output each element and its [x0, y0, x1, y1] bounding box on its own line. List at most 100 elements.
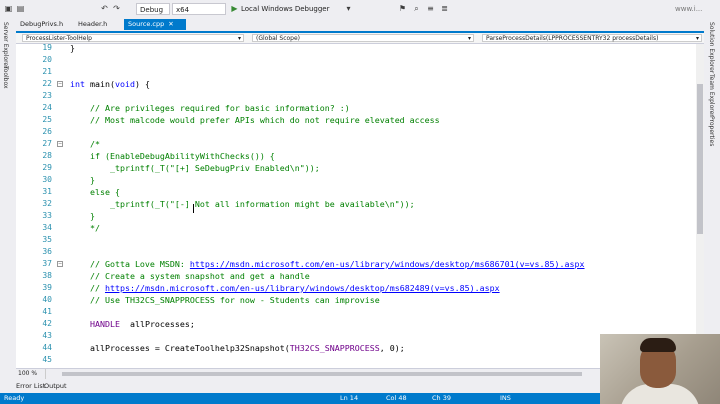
vertical-scrollbar[interactable] — [696, 44, 704, 368]
line-number: 27 — [42, 139, 52, 148]
code-line: _tprintf(_T("[+] SeDebugPriv Enabled\n")… — [70, 163, 320, 173]
code-line: // Create a system snapshot and get a ha… — [89, 271, 310, 281]
scope-dropdown[interactable]: (Global Scope) ▾ — [252, 34, 474, 42]
presenter-webcam — [600, 334, 720, 404]
left-tool-strip: Server Explorer Toolbox — [0, 18, 17, 396]
chevron-down-icon: ▾ — [237, 35, 241, 42]
platform-select[interactable]: x64 — [172, 3, 226, 15]
uncomment-icon[interactable]: ≣ — [440, 4, 449, 13]
presenter-hair — [640, 338, 676, 352]
tab-output[interactable]: Output — [44, 381, 67, 391]
close-icon[interactable]: ✕ — [168, 20, 173, 28]
attach-icon[interactable]: ▾ — [344, 4, 353, 13]
code-line: } — [70, 211, 95, 221]
code-line: _tprintf(_T("[-] Not all information mig… — [70, 199, 415, 209]
save-icon[interactable]: ▣ — [4, 4, 13, 13]
line-number: 40 — [42, 295, 52, 304]
team-explorer-tab[interactable]: Team Explorer — [708, 74, 715, 117]
find-icon[interactable]: ⌕ — [412, 4, 421, 13]
code-line: // Are privileges required for basic inf… — [89, 103, 350, 113]
tab-label: Source.cpp — [128, 20, 165, 28]
horizontal-scrollbar-thumb[interactable] — [62, 372, 582, 376]
code-line: } — [70, 44, 75, 53]
start-debugging-button[interactable]: Local Windows Debugger — [241, 3, 330, 15]
chevron-down-icon: ▾ — [467, 35, 471, 42]
bookmark-icon[interactable]: ⚑ — [398, 4, 407, 13]
line-number: 30 — [42, 175, 52, 184]
document-tabs: DebugPrivs.h Header.h Source.cpp ✕ — [16, 18, 704, 33]
code-line: // Use TH32CS_SNAPPROCESS for now - Stud… — [89, 295, 380, 305]
line-number: 19 — [42, 44, 52, 52]
save-all-icon[interactable]: ▤ — [16, 4, 25, 13]
line-number: 20 — [42, 55, 52, 64]
chevron-down-icon: ▾ — [695, 35, 699, 42]
code-line: */ — [70, 223, 100, 233]
config-select[interactable]: Debug — [136, 3, 170, 15]
code-editor[interactable]: 19 20 21 22 23 24 25 26 27 28 29 30 31 32 33 34 35 36 37 38… — [16, 44, 704, 368]
code-line: /* — [70, 139, 100, 149]
line-number: 22 — [42, 79, 52, 88]
function-dropdown[interactable]: ParseProcessDetails(LPPROCESSENTRY32 pro… — [482, 34, 702, 42]
line-number: 23 — [42, 91, 52, 100]
function-dropdown-label: ParseProcessDetails(LPPROCESSENTRY32 pro… — [486, 35, 659, 42]
vertical-scrollbar-thumb[interactable] — [697, 84, 703, 234]
code-line: allProcesses = CreateToolhelp32Snapshot(… — [70, 343, 405, 353]
collapse-comment-icon[interactable]: − — [57, 261, 63, 267]
outline-margin — [54, 44, 66, 368]
line-number: 43 — [42, 331, 52, 340]
code-line: else { — [70, 187, 120, 197]
tab-label: DebugPrivs.h — [20, 20, 64, 28]
collapse-main-icon[interactable]: − — [57, 81, 63, 87]
code-line: // Most malcode would prefer APIs which … — [89, 115, 440, 125]
line-number: 34 — [42, 223, 52, 232]
tab-label: Header.h — [78, 20, 108, 28]
properties-tab[interactable]: Properties — [708, 116, 715, 146]
toolbox-tab[interactable]: Toolbox — [2, 66, 9, 89]
code-line: } — [70, 175, 95, 185]
tab-source-cpp[interactable]: Source.cpp ✕ — [124, 19, 186, 30]
line-number: 35 — [42, 235, 52, 244]
server-explorer-tab[interactable]: Server Explorer — [2, 22, 9, 69]
start-debugging-icon[interactable]: ▶ — [230, 4, 239, 13]
line-number: 31 — [42, 187, 52, 196]
line-number: 45 — [42, 355, 52, 364]
line-number: 41 — [42, 307, 52, 316]
line-number: 42 — [42, 319, 52, 328]
line-number: 26 — [42, 127, 52, 136]
tab-debugprivs-h[interactable]: DebugPrivs.h — [16, 19, 74, 30]
text-cursor — [193, 204, 194, 213]
tab-error-list[interactable]: Error List — [16, 381, 45, 391]
solution-explorer-tab[interactable]: Solution Explorer — [708, 22, 715, 73]
insert-mode-indicator: INS — [500, 394, 511, 402]
line-number: 44 — [42, 343, 52, 352]
line-number: 37 — [42, 259, 52, 268]
scope-dropdown-label: (Global Scope) — [256, 35, 301, 42]
line-number: 28 — [42, 151, 52, 160]
line-number: 39 — [42, 283, 52, 292]
navigation-bar: ProcessLister-ToolHelp ▾ (Global Scope) ▾ … — [16, 33, 704, 44]
char-indicator: Ch 39 — [432, 394, 451, 402]
zoom-level[interactable]: 100 % — [16, 369, 46, 379]
code-line: // https://msdn.microsoft.com/en-us/libr… — [89, 283, 500, 293]
line-number: 21 — [42, 67, 52, 76]
comment-icon[interactable]: ≡ — [426, 4, 435, 13]
line-number: 32 — [42, 199, 52, 208]
code-line: // Gotta Love MSDN: https://msdn.microso… — [89, 259, 585, 269]
undo-icon[interactable]: ↶ — [100, 4, 109, 13]
code-line: int main(void) { — [70, 79, 150, 89]
line-number: 33 — [42, 211, 52, 220]
line-indicator: Ln 14 — [340, 394, 359, 402]
project-dropdown[interactable]: ProcessLister-ToolHelp ▾ — [22, 34, 244, 42]
tab-header-h[interactable]: Header.h — [74, 19, 124, 30]
main-toolbar: ▣ ▤ ↶ ↷ Debug x64 ▶ Local Windows Debugg… — [0, 0, 720, 19]
status-text: Ready — [4, 394, 25, 402]
code-line: HANDLE allProcesses; — [89, 319, 195, 329]
column-indicator: Col 48 — [386, 394, 407, 402]
redo-icon[interactable]: ↷ — [112, 4, 121, 13]
line-number-gutter: 19 20 21 22 23 24 25 26 27 28 29 30 31 32 33 34 35 36 37 38… — [16, 44, 52, 368]
line-number: 29 — [42, 163, 52, 172]
collapse-comment-icon[interactable]: − — [57, 141, 63, 147]
watermark-text: www.i... — [675, 5, 703, 13]
project-dropdown-label: ProcessLister-ToolHelp — [26, 35, 92, 42]
line-number: 38 — [42, 271, 52, 280]
